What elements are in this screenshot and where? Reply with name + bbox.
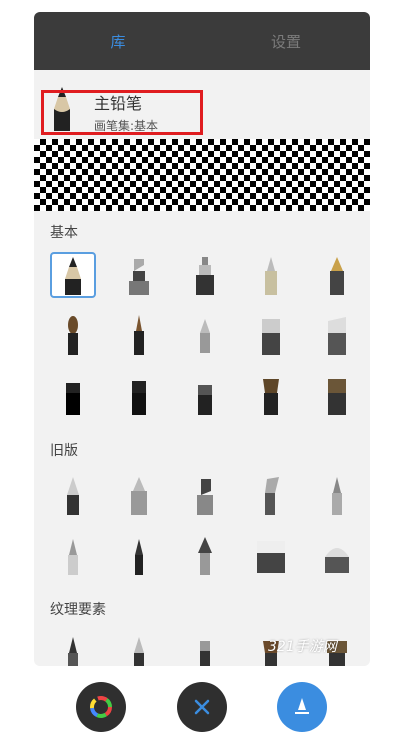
nib-icon — [198, 537, 212, 575]
tab-bar: 库 设置 — [34, 12, 370, 70]
chisel-icon — [328, 317, 346, 355]
ink-pen-icon — [330, 257, 344, 295]
wide-brush-icon — [328, 379, 346, 415]
legacy-nib[interactable] — [182, 532, 228, 578]
flat-brush-icon — [132, 381, 146, 415]
legacy-wide-marker[interactable] — [248, 532, 294, 578]
ballpoint-icon — [265, 257, 277, 295]
marker-icon — [129, 259, 149, 295]
brush-eraser[interactable] — [248, 312, 294, 358]
flat-brush-icon — [198, 385, 212, 415]
brush-size-icon — [295, 698, 309, 714]
color-wheel-icon — [90, 696, 112, 718]
spray-icon — [68, 539, 78, 575]
eraser-icon — [262, 319, 280, 355]
legacy-spray[interactable] — [50, 532, 96, 578]
pen-icon — [135, 539, 143, 575]
brush-ink-pen[interactable] — [314, 252, 360, 298]
brush-soft-brush[interactable] — [50, 312, 96, 358]
brush-wide[interactable] — [314, 372, 360, 418]
texture-brush-icon — [134, 637, 144, 666]
brush-technical-pen[interactable] — [182, 252, 228, 298]
texture-brush-3[interactable] — [182, 626, 228, 666]
tab-library[interactable]: 库 — [34, 12, 202, 70]
texture-brush-1[interactable] — [50, 626, 96, 666]
highlight-box — [41, 90, 203, 135]
current-brush[interactable]: 主铅笔 画笔集:基本 — [34, 70, 370, 150]
legacy-pen[interactable] — [116, 532, 162, 578]
wide-marker-icon — [257, 541, 285, 573]
tab-settings[interactable]: 设置 — [202, 12, 370, 70]
section-title-legacy: 旧版 — [50, 443, 78, 459]
technical-pen-icon — [196, 257, 214, 295]
legacy-airbrush[interactable] — [314, 472, 360, 518]
basic-brush-grid — [50, 252, 360, 415]
brush-pencil[interactable] — [50, 252, 96, 298]
flat-brush-icon — [66, 383, 80, 415]
pencil-icon — [65, 257, 81, 295]
brush-marker[interactable] — [116, 252, 162, 298]
legacy-marker[interactable] — [116, 472, 162, 518]
brush-fine-brush[interactable] — [116, 312, 162, 358]
close-button[interactable] — [177, 682, 227, 732]
brush-chisel[interactable] — [314, 312, 360, 358]
brush-library-panel: 库 设置 主铅笔 画笔集:基本 基本 旧版 纹理要素 — [34, 12, 370, 666]
brush-stroke-preview — [34, 139, 370, 211]
texture-brush-2[interactable] — [116, 626, 162, 666]
legacy-chisel[interactable] — [248, 472, 294, 518]
pencil-icon — [67, 477, 79, 515]
close-icon — [194, 699, 210, 715]
texture-brush-icon — [200, 641, 210, 666]
legacy-round-marker[interactable] — [314, 532, 360, 578]
brush-ballpoint[interactable] — [248, 252, 294, 298]
brush-size-button[interactable] — [277, 682, 327, 732]
color-wheel-button[interactable] — [76, 682, 126, 732]
brush-flat-2[interactable] — [116, 372, 162, 418]
texture-brush-icon — [68, 637, 78, 666]
chisel-icon — [265, 477, 279, 515]
felt-pen-icon — [197, 479, 213, 515]
brush-flat-1[interactable] — [50, 372, 96, 418]
round-marker-icon — [325, 548, 349, 573]
bristle-brush-icon — [263, 379, 279, 415]
airbrush-icon — [332, 477, 342, 515]
fine-brush-icon — [134, 315, 144, 355]
watermark: 321手游网 — [268, 639, 337, 655]
legacy-pencil[interactable] — [50, 472, 96, 518]
brush-smudge[interactable] — [182, 312, 228, 358]
brush-bristle[interactable] — [248, 372, 294, 418]
soft-brush-icon — [68, 316, 78, 355]
legacy-felt-pen[interactable] — [182, 472, 228, 518]
section-title-basic: 基本 — [50, 225, 78, 241]
brush-flat-3[interactable] — [182, 372, 228, 418]
section-title-texture: 纹理要素 — [50, 602, 106, 618]
smudge-icon — [200, 319, 210, 353]
marker-icon — [131, 477, 147, 515]
legacy-brush-grid — [50, 472, 360, 592]
